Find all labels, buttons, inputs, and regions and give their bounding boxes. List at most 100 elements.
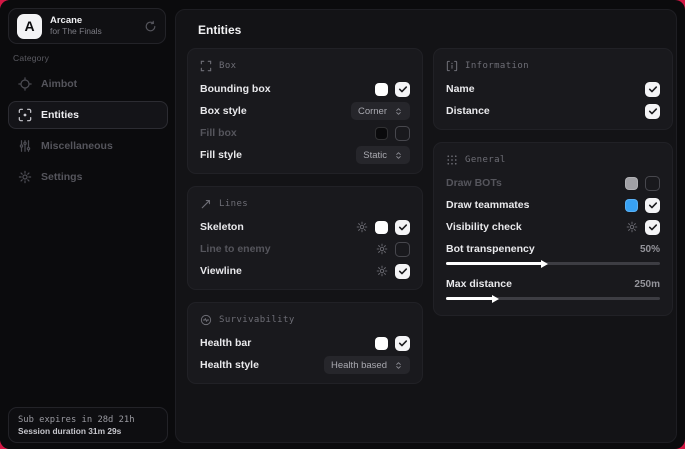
setting-label: Line to enemy [200, 243, 271, 255]
main-panel: Entities Box Bounding box [175, 9, 677, 443]
checkbox[interactable] [395, 336, 410, 351]
check-icon [397, 337, 409, 349]
select-value: Corner [358, 106, 387, 117]
card-lines: Lines Skeleton Line to enemy [187, 186, 423, 290]
row-draw-bots: Draw BOTs [446, 172, 660, 194]
sidebar-item-entities[interactable]: Entities [8, 101, 168, 129]
card-title: Box [219, 61, 236, 71]
row-visibility-check: Visibility check [446, 216, 660, 238]
checkbox[interactable] [395, 242, 410, 257]
slider-thumb[interactable] [492, 295, 499, 303]
card-general-header: General [446, 154, 660, 166]
sidebar-item-aimbot[interactable]: Aimbot [8, 70, 168, 98]
bot-transparency-slider[interactable] [446, 262, 660, 265]
color-swatch[interactable] [625, 177, 638, 190]
setting-label: Draw BOTs [446, 177, 502, 189]
row-fill-box: Fill box [200, 122, 410, 144]
left-column: Box Bounding box Box style Corner [187, 48, 423, 384]
card-title: Survivability [219, 315, 295, 325]
row-settings-gear-icon[interactable] [376, 265, 388, 277]
card-title: Information [465, 61, 529, 71]
setting-label: Bot transpenency [446, 243, 535, 255]
color-swatch[interactable] [375, 83, 388, 96]
check-icon [397, 83, 409, 95]
row-health-style: Health style Health based [200, 354, 410, 376]
checkbox[interactable] [395, 82, 410, 97]
refresh-icon[interactable] [144, 20, 157, 33]
row-viewline: Viewline [200, 260, 410, 282]
slider-fill [446, 297, 493, 300]
card-lines-header: Lines [200, 198, 410, 210]
color-swatch[interactable] [625, 199, 638, 212]
color-swatch[interactable] [375, 221, 388, 234]
check-icon [647, 83, 659, 95]
row-bounding-box: Bounding box [200, 78, 410, 100]
row-settings-gear-icon[interactable] [626, 221, 638, 233]
color-swatch[interactable] [375, 127, 388, 140]
app-window: A Arcane for The Finals Category Aimbot … [0, 0, 685, 449]
sliders-icon [18, 139, 32, 153]
slider-thumb[interactable] [541, 260, 548, 268]
diagonal-line-icon [200, 198, 212, 210]
pulse-icon [200, 314, 212, 326]
app-meta: Arcane for The Finals [50, 16, 136, 37]
sidebar-item-label: Settings [41, 171, 82, 183]
setting-label: Max distance [446, 278, 512, 290]
app-title: Arcane [50, 16, 136, 27]
scan-icon [18, 108, 32, 122]
box-style-select[interactable]: Corner [351, 102, 410, 120]
setting-label: Fill style [200, 149, 242, 161]
card-general: General Draw BOTs Draw teammates [433, 142, 673, 316]
gear-icon [18, 170, 32, 184]
setting-label: Health style [200, 359, 259, 371]
check-icon [647, 221, 659, 233]
row-health-bar: Health bar [200, 332, 410, 354]
setting-label: Box style [200, 105, 247, 117]
sidebar-item-settings[interactable]: Settings [8, 163, 168, 191]
slider-value: 50% [640, 244, 660, 255]
setting-label: Visibility check [446, 221, 522, 233]
crosshair-icon [18, 77, 32, 91]
max-distance-slider[interactable] [446, 297, 660, 300]
checkbox[interactable] [645, 104, 660, 119]
check-icon [397, 221, 409, 233]
checkbox[interactable] [645, 220, 660, 235]
row-fill-style: Fill style Static [200, 144, 410, 166]
row-line-to-enemy: Line to enemy [200, 238, 410, 260]
sidebar-item-label: Aimbot [41, 78, 77, 90]
slider-fill [446, 262, 542, 265]
sidebar-item-miscellaneous[interactable]: Miscellaneous [8, 132, 168, 160]
grid-icon [446, 154, 458, 166]
sidebar-nav: Aimbot Entities Miscellaneous Settings [8, 70, 168, 191]
checkbox[interactable] [395, 220, 410, 235]
sidebar: A Arcane for The Finals Category Aimbot … [0, 0, 175, 449]
check-icon [397, 265, 409, 277]
setting-label: Health bar [200, 337, 251, 349]
setting-label: Distance [446, 105, 490, 117]
select-value: Static [363, 150, 387, 161]
setting-label: Skeleton [200, 221, 244, 233]
select-value: Health based [331, 360, 387, 371]
checkbox[interactable] [395, 126, 410, 141]
session-duration-text: Session duration 31m 29s [18, 426, 158, 436]
row-settings-gear-icon[interactable] [356, 221, 368, 233]
health-style-select[interactable]: Health based [324, 356, 410, 374]
info-icon [446, 60, 458, 72]
fill-style-select[interactable]: Static [356, 146, 410, 164]
checkbox[interactable] [645, 82, 660, 97]
row-max-distance: Max distance 250m [446, 273, 660, 308]
row-draw-teammates: Draw teammates [446, 194, 660, 216]
row-bot-transparency: Bot transpenency 50% [446, 238, 660, 273]
checkbox[interactable] [645, 198, 660, 213]
row-settings-gear-icon[interactable] [376, 243, 388, 255]
setting-label: Draw teammates [446, 199, 529, 211]
card-survivability: Survivability Health bar Health style He… [187, 302, 423, 384]
check-icon [647, 105, 659, 117]
setting-label: Fill box [200, 127, 237, 139]
row-distance: Distance [446, 100, 660, 122]
app-header-card: A Arcane for The Finals [8, 8, 166, 44]
checkbox[interactable] [395, 264, 410, 279]
check-icon [647, 199, 659, 211]
checkbox[interactable] [645, 176, 660, 191]
color-swatch[interactable] [375, 337, 388, 350]
